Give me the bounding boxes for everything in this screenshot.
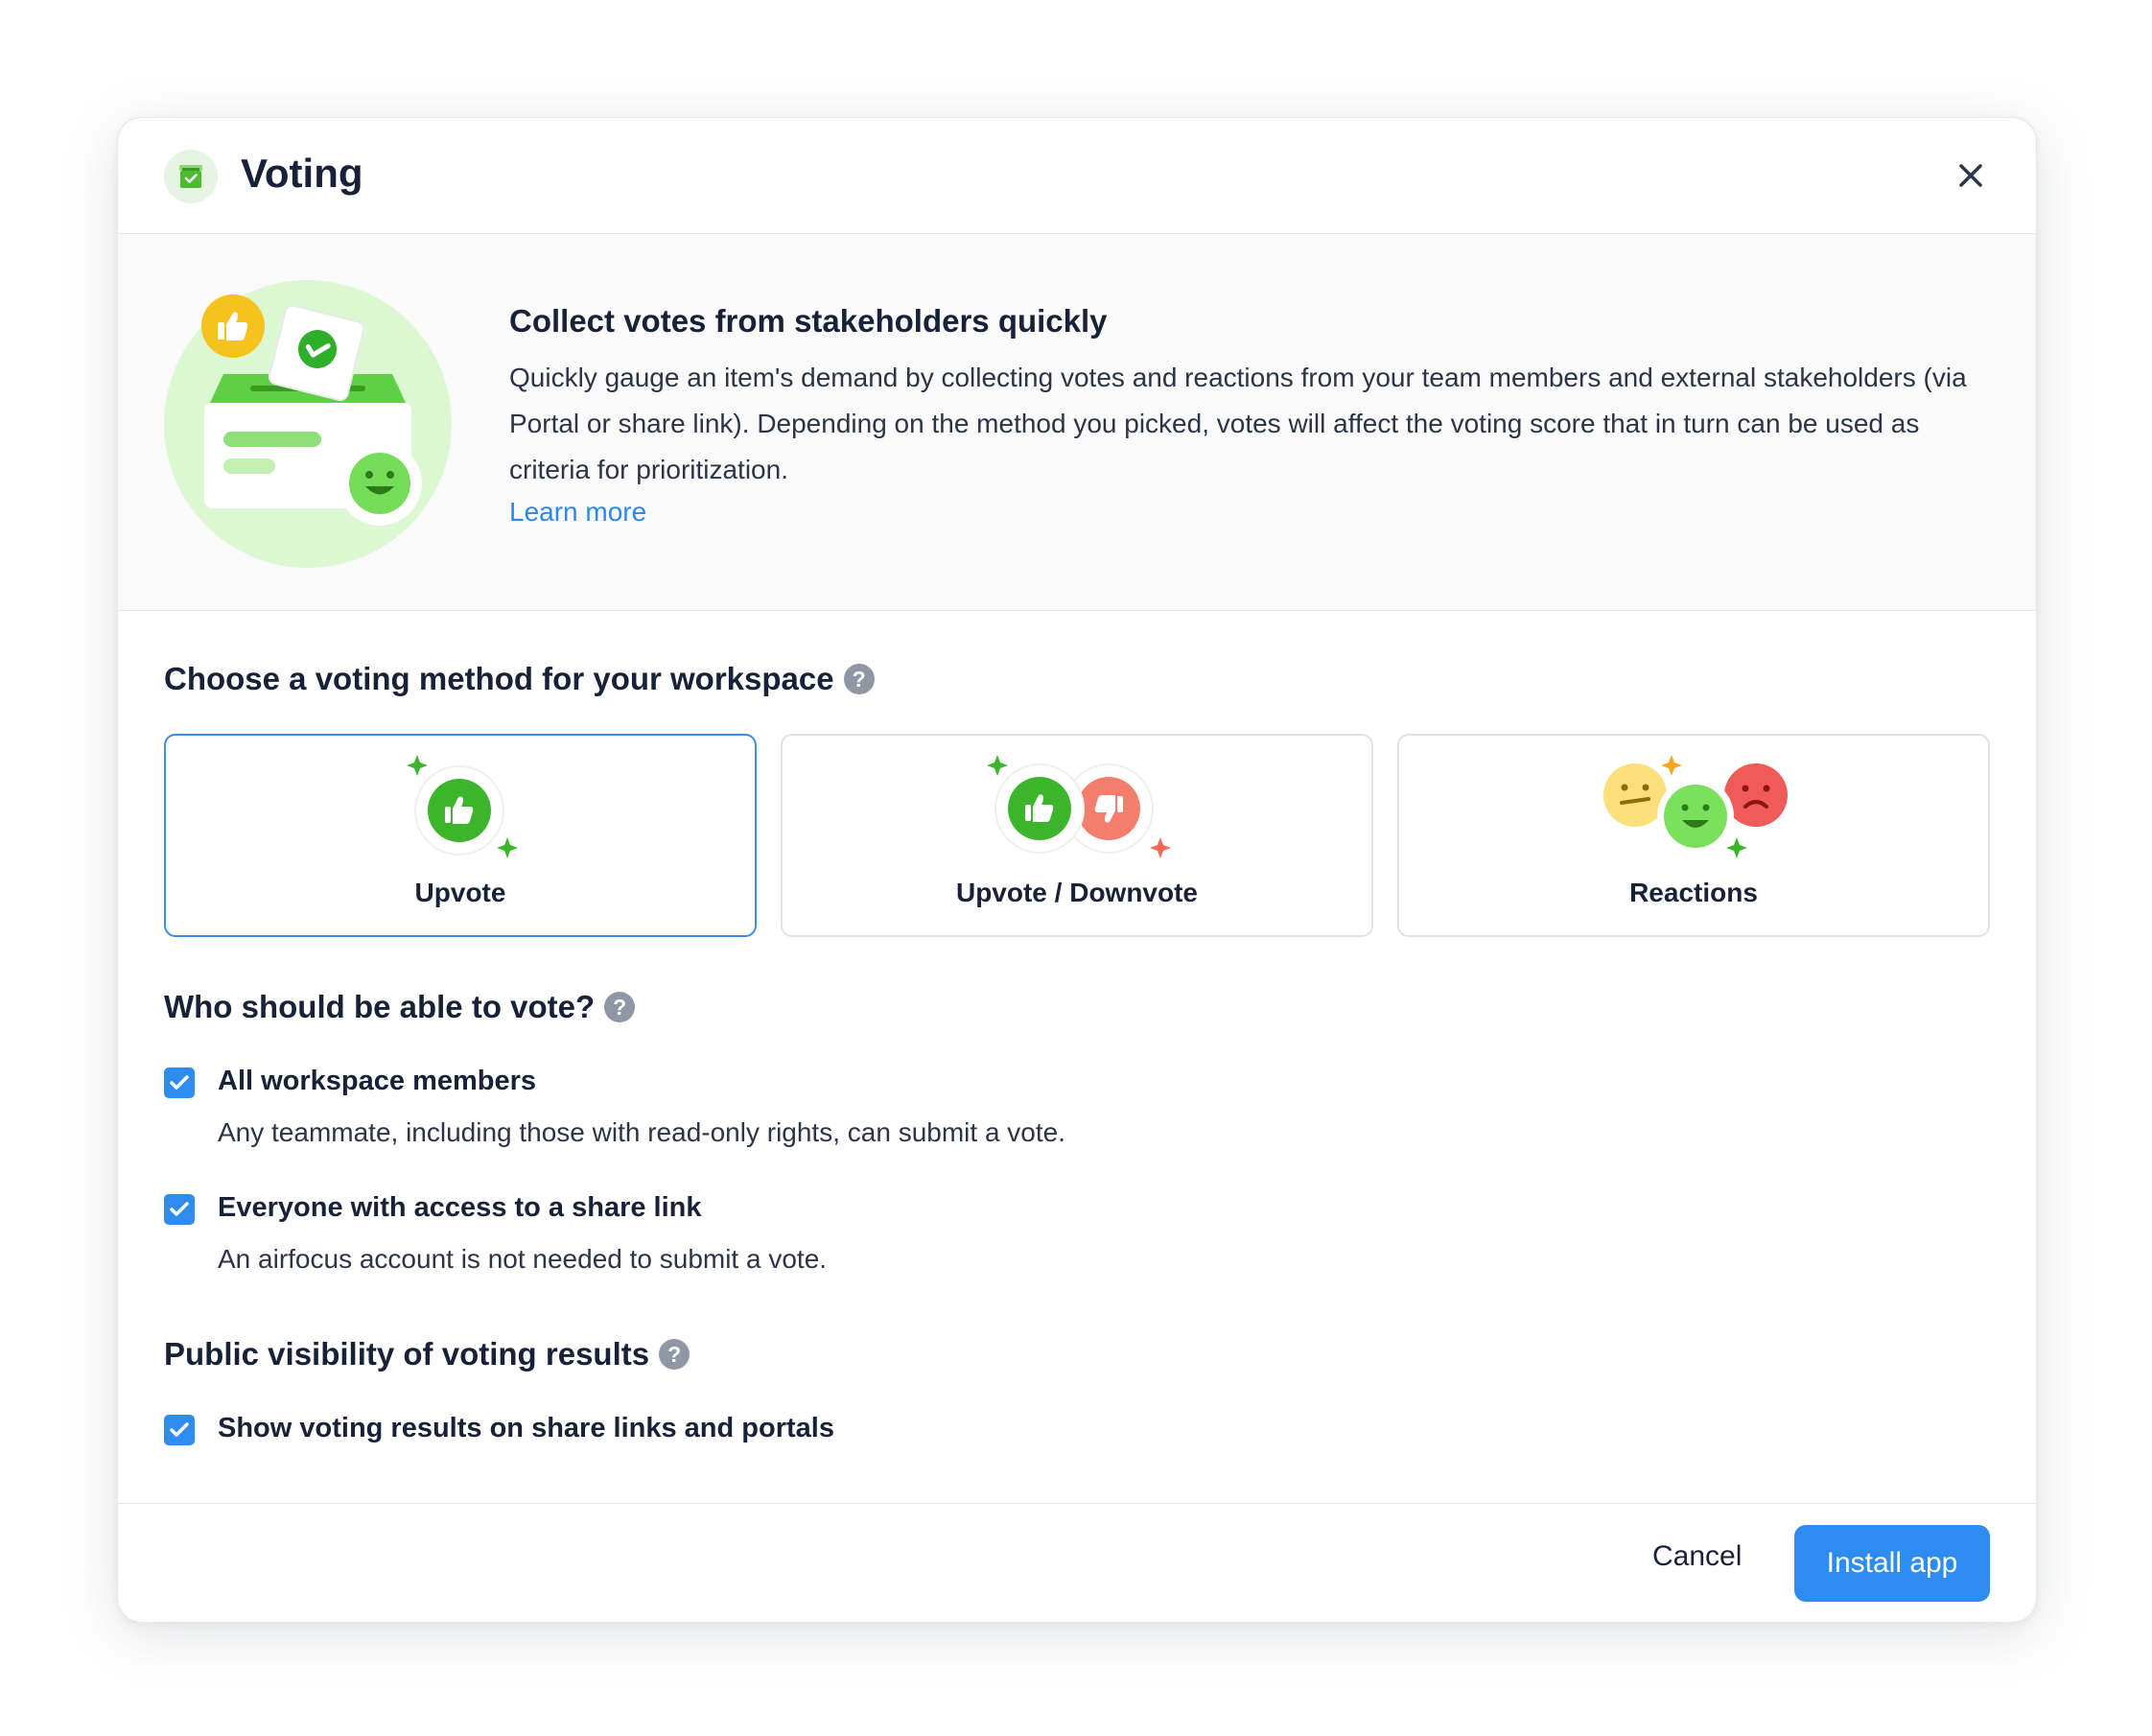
- checkmark-icon: [170, 1075, 189, 1090]
- method-card-label: Upvote / Downvote: [955, 878, 1198, 907]
- voters-title-text: Who should be able to vote?: [164, 989, 596, 1024]
- method-card-label: Reactions: [1629, 878, 1758, 907]
- option-description: Any teammate, including those with read-…: [218, 1117, 1065, 1147]
- install-app-button[interactable]: Install app: [1794, 1525, 1990, 1602]
- option-label: Show voting results on share links and p…: [218, 1413, 834, 1443]
- checkmark-icon: [170, 1422, 189, 1437]
- intro-text: Collect votes from stakeholders quickly …: [509, 303, 1986, 528]
- intro-section: Collect votes from stakeholders quickly …: [118, 234, 2036, 611]
- dialog-title: Voting: [241, 151, 363, 196]
- method-card-reactions[interactable]: Reactions: [1397, 734, 1990, 937]
- option-label: All workspace members: [218, 1066, 537, 1096]
- voting-method-title: Choose a voting method for your workspac…: [164, 661, 875, 697]
- reactions-icon: [1603, 755, 1788, 858]
- method-card-label: Upvote: [414, 878, 506, 907]
- help-icon[interactable]: ?: [604, 992, 636, 1022]
- checkmark-icon: [170, 1202, 189, 1216]
- voters-title: Who should be able to vote? ?: [164, 989, 636, 1025]
- close-icon[interactable]: [1950, 154, 1992, 197]
- checkbox-all-workspace-members[interactable]: [164, 1067, 195, 1098]
- intro-body: Quickly gauge an item's demand by collec…: [509, 363, 1967, 484]
- dialog-footer: Cancel Install app: [118, 1503, 2036, 1622]
- visibility-title: Public visibility of voting results ?: [164, 1336, 690, 1372]
- cancel-button[interactable]: Cancel: [1652, 1540, 1742, 1573]
- help-icon[interactable]: ?: [843, 664, 875, 694]
- option-description: An airfocus account is not needed to sub…: [218, 1244, 828, 1274]
- learn-more-link[interactable]: Learn more: [509, 497, 646, 528]
- option-label: Everyone with access to a share link: [218, 1192, 702, 1223]
- help-icon[interactable]: ?: [659, 1339, 690, 1370]
- voting-method-title-text: Choose a voting method for your workspac…: [164, 661, 834, 696]
- voting-dialog: Voting Collect votes from stakeholders q…: [117, 117, 2037, 1623]
- thumbs-up-icon: [407, 755, 518, 858]
- ballot-box-illustration: [164, 280, 452, 568]
- checkbox-share-link[interactable]: [164, 1194, 195, 1225]
- method-card-upvote[interactable]: Upvote: [164, 734, 757, 937]
- voting-method-cards: Upvote Upvote / Downvote Reactions: [164, 734, 1990, 937]
- ballot-box-icon: [164, 150, 218, 203]
- intro-heading: Collect votes from stakeholders quickly: [509, 303, 1108, 339]
- checkbox-show-voting-results[interactable]: [164, 1415, 195, 1445]
- visibility-title-text: Public visibility of voting results: [164, 1336, 650, 1372]
- dialog-header: Voting: [118, 118, 2036, 234]
- thumbs-up-down-icon: [987, 755, 1171, 858]
- method-card-upvote-downvote[interactable]: Upvote / Downvote: [781, 734, 1373, 937]
